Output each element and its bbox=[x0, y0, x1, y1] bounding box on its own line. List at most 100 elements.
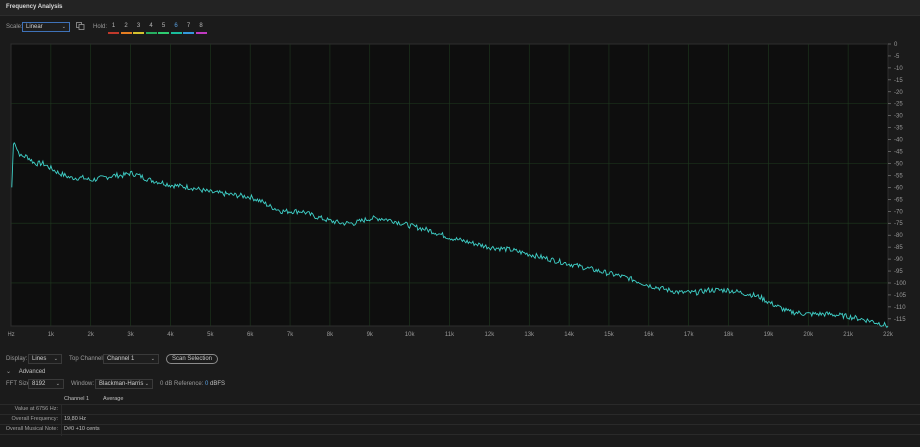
table-header-average: Average bbox=[103, 396, 124, 402]
scan-selection-button[interactable]: Scan Selection bbox=[166, 354, 218, 364]
y-tick-label: -50 bbox=[894, 161, 903, 167]
y-tick-label: -85 bbox=[894, 245, 903, 251]
chevron-down-icon: ⌄ bbox=[150, 356, 155, 362]
y-tick-label: -55 bbox=[894, 173, 903, 179]
table-divider bbox=[0, 434, 920, 435]
top-channel-dropdown[interactable]: Channel 1 ⌄ bbox=[103, 354, 159, 364]
frequency-chart-svg: Hz 1k 2k 3k 4k 5k 6k 7k 8k 9k 10k 11k 12k 13k 14k 15k 16… bbox=[7, 42, 907, 338]
hold-color-indicator bbox=[183, 32, 194, 34]
panel-titlebar: Frequency Analysis ≡ bbox=[0, 0, 920, 16]
x-tick-label: 4k bbox=[167, 332, 174, 338]
panel-title: Frequency Analysis bbox=[6, 4, 63, 10]
table-divider bbox=[0, 424, 920, 425]
chevron-down-icon: ⌄ bbox=[144, 381, 149, 387]
hold-button-4[interactable]: 4 bbox=[146, 22, 157, 31]
chevron-down-icon: ⌄ bbox=[61, 24, 66, 30]
hold-button-2[interactable]: 2 bbox=[121, 22, 132, 31]
y-tick-label: -70 bbox=[894, 209, 903, 215]
hold-button-3[interactable]: 3 bbox=[133, 22, 144, 31]
table-column-divider bbox=[61, 404, 62, 436]
x-tick-label: 5k bbox=[207, 332, 214, 338]
table-divider bbox=[0, 414, 920, 415]
hold-color-indicator bbox=[120, 32, 132, 34]
hold-color-indicator bbox=[133, 32, 144, 34]
y-tick-label: -90 bbox=[894, 257, 903, 263]
hold-button-1[interactable]: 1 bbox=[108, 22, 119, 31]
x-tick-label: 7k bbox=[287, 332, 294, 338]
y-tick-label: -80 bbox=[894, 233, 903, 239]
x-tick-label: 21k bbox=[843, 332, 854, 338]
display-label: Display: bbox=[6, 356, 28, 362]
advanced-label: Advanced bbox=[18, 369, 46, 375]
hold-label: Hold: bbox=[93, 24, 108, 30]
x-tick-label: 20k bbox=[803, 332, 814, 338]
table-row-label: Overall Musical Note: bbox=[5, 426, 58, 432]
x-tick-label: 6k bbox=[247, 332, 254, 338]
hold-color-indicator bbox=[170, 32, 182, 34]
window-label: Window: bbox=[71, 381, 95, 387]
y-tick-label: -100 bbox=[894, 281, 907, 287]
x-tick-label: 22k bbox=[883, 332, 894, 338]
x-tick-label: Hz bbox=[8, 332, 15, 338]
hamburger-menu-icon[interactable]: ≡ bbox=[57, 4, 61, 10]
y-tick-label: -5 bbox=[894, 54, 900, 60]
hold-color-indicator bbox=[145, 32, 157, 34]
y-tick-label: -115 bbox=[894, 317, 906, 323]
hold-color-indicator bbox=[195, 32, 207, 34]
y-tick-label: -35 bbox=[894, 126, 903, 132]
x-tick-label: 17k bbox=[684, 332, 695, 338]
y-tick-label: -25 bbox=[894, 102, 903, 108]
y-tick-label: -30 bbox=[894, 114, 903, 120]
x-tick-label: 18k bbox=[724, 332, 735, 338]
y-tick-label: -10 bbox=[894, 66, 903, 72]
scale-dropdown-value: Linear bbox=[26, 24, 43, 30]
top-channel-label: Top Channel: bbox=[69, 356, 105, 362]
x-tick-label: 14k bbox=[564, 332, 575, 338]
display-dropdown-value: Lines bbox=[32, 356, 47, 362]
hold-button-7[interactable]: 7 bbox=[183, 22, 194, 31]
fft-size-value: 8192 bbox=[32, 381, 46, 387]
y-tick-label: -65 bbox=[894, 197, 903, 203]
x-tick-label: 12k bbox=[485, 332, 496, 338]
window-dropdown[interactable]: Blackman-Harris ⌄ bbox=[95, 379, 153, 389]
y-tick-label: -40 bbox=[894, 138, 903, 144]
y-tick-label: -60 bbox=[894, 185, 903, 191]
x-tick-label: 10k bbox=[405, 332, 416, 338]
y-tick-label: -110 bbox=[894, 305, 906, 311]
chevron-down-icon: ⌄ bbox=[53, 356, 58, 362]
x-tick-label: 2k bbox=[88, 332, 95, 338]
y-tick-label: -75 bbox=[894, 221, 903, 227]
table-row-label: Value at 6756 Hz: bbox=[14, 406, 58, 412]
table-divider bbox=[0, 404, 920, 405]
hold-button-5[interactable]: 5 bbox=[158, 22, 169, 31]
frequency-chart: Hz 1k 2k 3k 4k 5k 6k 7k 8k 9k 10k 11k 12k 13k 14k 15k 16… bbox=[7, 40, 913, 342]
y-tick-label: -20 bbox=[894, 90, 903, 96]
x-tick-label: 1k bbox=[48, 332, 55, 338]
db-reference-value[interactable]: 0 bbox=[205, 381, 208, 387]
x-tick-label: 8k bbox=[327, 332, 334, 338]
y-tick-label: -15 bbox=[894, 78, 903, 84]
advanced-toggle[interactable]: ⌄ Advanced bbox=[6, 368, 45, 375]
y-tick-label: -45 bbox=[894, 150, 903, 156]
fft-size-dropdown[interactable]: 8192 ⌄ bbox=[28, 379, 64, 389]
hold-color-indicator bbox=[158, 32, 169, 34]
table-row-value: D#0 +10 cents bbox=[64, 426, 100, 432]
x-tick-label: 16k bbox=[644, 332, 655, 338]
x-tick-label: 3k bbox=[127, 332, 134, 338]
table-row-value: 19,80 Hz bbox=[64, 416, 87, 422]
db-reference-label-text: 0 dB Reference: bbox=[160, 381, 204, 387]
y-tick-label: 0 bbox=[894, 42, 898, 48]
chevron-down-icon: ⌄ bbox=[6, 369, 12, 375]
top-channel-dropdown-value: Channel 1 bbox=[107, 356, 135, 362]
y-tick-label: -95 bbox=[894, 269, 903, 275]
scale-dropdown[interactable]: Linear ⌄ bbox=[22, 22, 70, 32]
copy-icon[interactable] bbox=[76, 22, 85, 30]
hold-color-indicator bbox=[108, 32, 119, 34]
x-tick-label: 19k bbox=[764, 332, 775, 338]
hold-button-8[interactable]: 8 bbox=[196, 22, 207, 31]
db-reference-unit: dBFS bbox=[210, 381, 226, 387]
display-dropdown[interactable]: Lines ⌄ bbox=[28, 354, 62, 364]
hold-button-6[interactable]: 6 bbox=[171, 22, 182, 31]
y-tick-label: -105 bbox=[894, 293, 907, 299]
x-tick-label: 13k bbox=[524, 332, 535, 338]
